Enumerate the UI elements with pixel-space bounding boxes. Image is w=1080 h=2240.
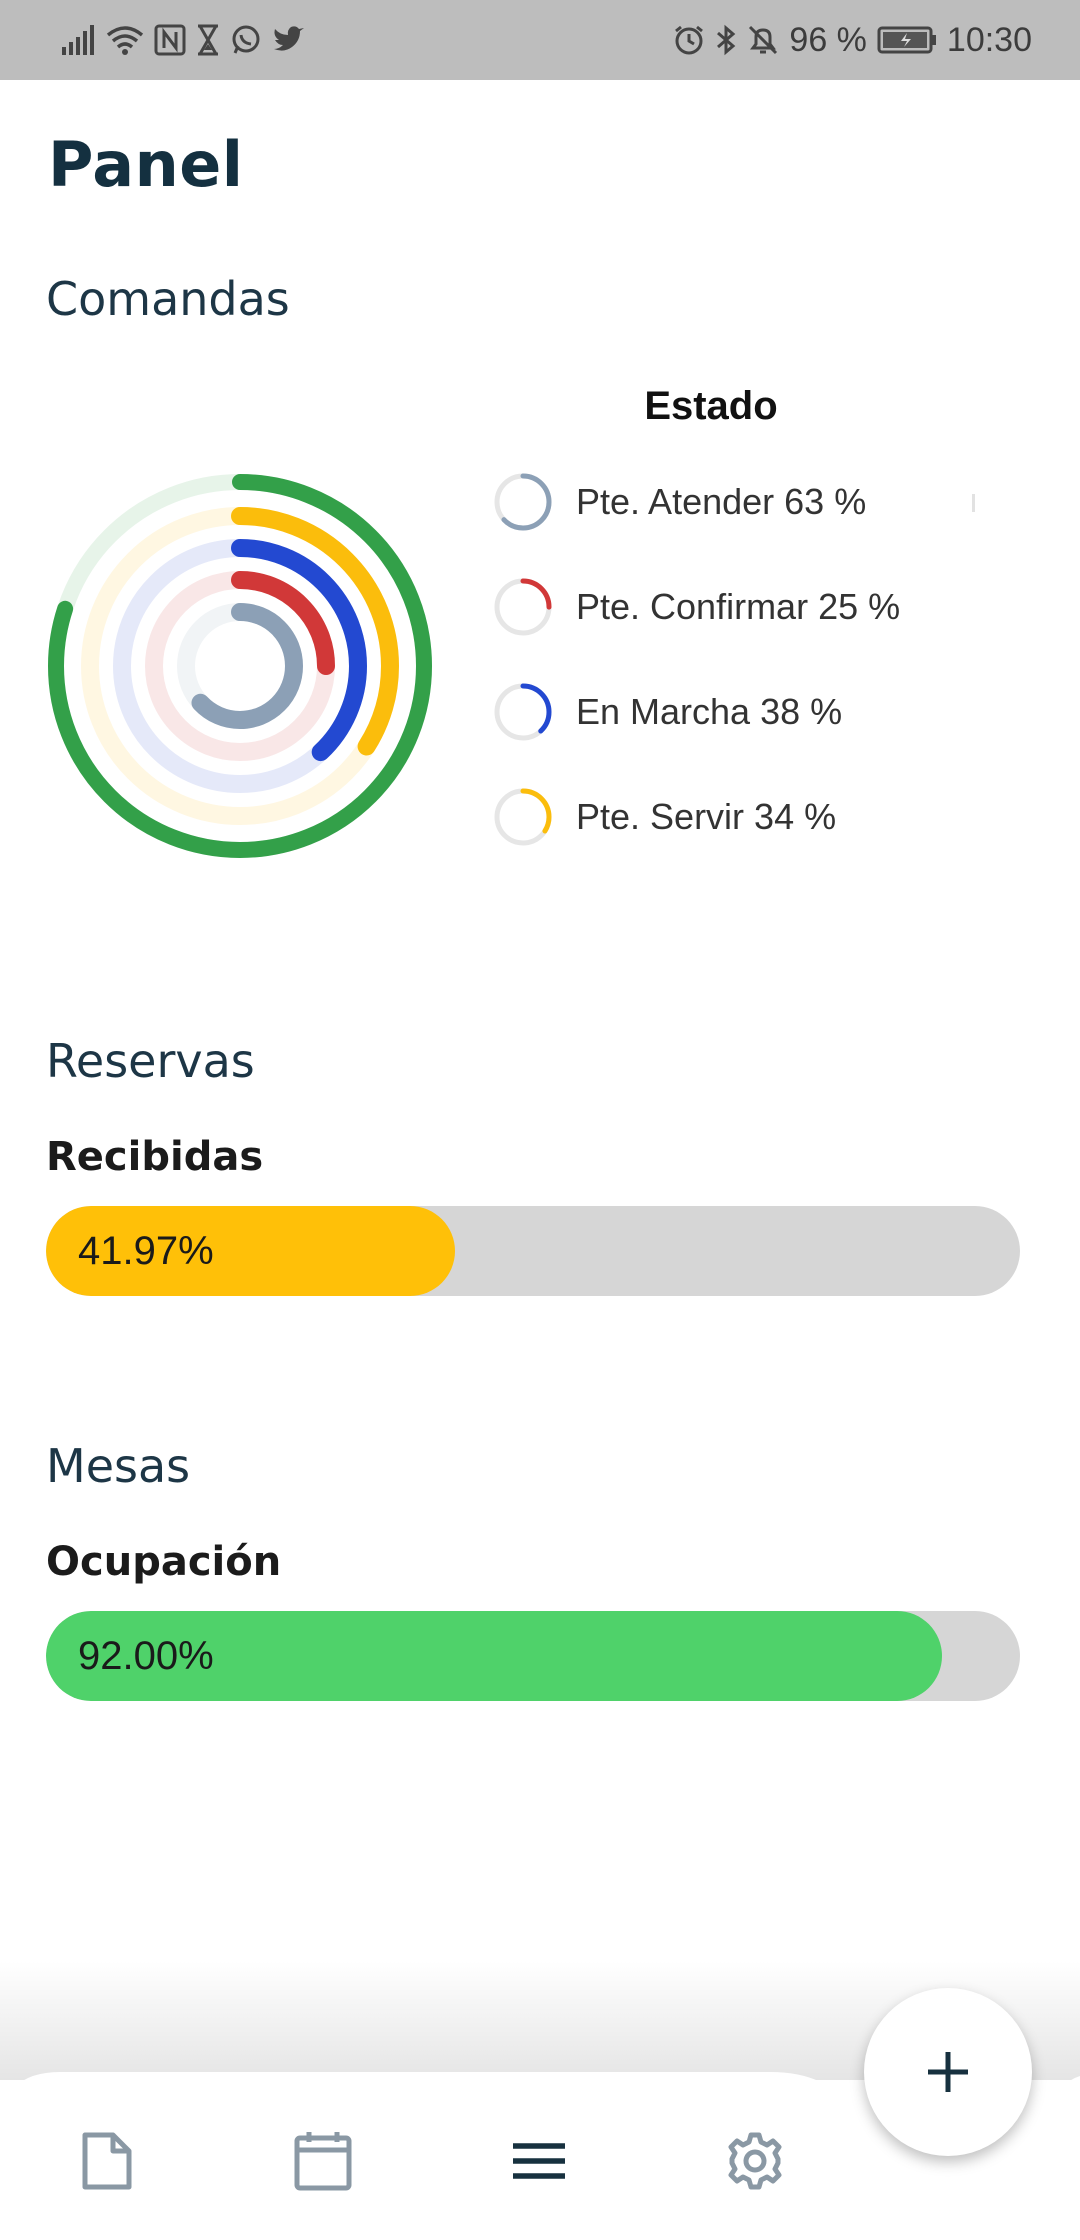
settings-icon	[728, 2132, 782, 2190]
alarm-icon	[673, 24, 705, 56]
legend-ring-icon	[494, 578, 552, 636]
status-bar-left	[62, 18, 306, 62]
legend-label: Pte. Servir 34 %	[576, 796, 837, 837]
status-bar-right: 96 % 10:30	[673, 18, 1032, 62]
calendar-icon	[294, 2132, 352, 2191]
comandas-section-title: Comandas	[46, 272, 290, 326]
nav-reservations-button[interactable]	[278, 2116, 368, 2206]
legend-label: Pte. Atender 63 %	[576, 481, 867, 522]
wifi-icon	[106, 25, 144, 55]
legend-item-pte-atender: Pte. Atender 63 %	[490, 466, 866, 538]
legend-ring-icon	[494, 683, 552, 741]
status-bar: 96 % 10:30	[0, 0, 1080, 80]
page-title: Panel	[48, 128, 244, 201]
legend-label: Pte. Confirmar 25 %	[576, 586, 901, 627]
legend-ring-icon	[494, 788, 552, 846]
clock: 10:30	[946, 20, 1032, 59]
legend-item-pte-servir: Pte. Servir 34 %	[490, 781, 836, 853]
bell-off-icon	[747, 24, 779, 56]
legend-label: En Marcha 38 %	[576, 691, 843, 732]
legend-item-pte-confirmar: Pte. Confirmar 25 %	[490, 571, 900, 643]
legend-scroll-indicator	[972, 494, 975, 512]
battery-icon	[877, 26, 937, 54]
reservas-progress-value: 41.97%	[78, 1229, 214, 1273]
comandas-radial-chart	[48, 474, 432, 858]
signal-icon	[62, 25, 96, 55]
plus-icon	[928, 2052, 968, 2092]
nfc-icon	[154, 24, 186, 56]
battery-percent: 96 %	[789, 20, 867, 59]
twitter-icon	[272, 25, 306, 55]
mesas-subtitle: Ocupación	[46, 1539, 282, 1585]
add-button[interactable]	[864, 1988, 1032, 2156]
whatsapp-icon	[230, 24, 262, 56]
legend-title: Estado	[644, 384, 778, 428]
document-icon	[82, 2132, 132, 2190]
menu-icon	[513, 2143, 565, 2179]
mesas-section-title: Mesas	[46, 1439, 191, 1493]
reservas-section-title: Reservas	[46, 1034, 255, 1088]
bluetooth-icon	[715, 24, 737, 56]
reservas-progress-bar: 41.97%	[46, 1206, 1020, 1296]
mesas-progress-bar: 92.00%	[46, 1611, 1020, 1701]
legend-ring-icon	[494, 473, 552, 531]
nav-orders-button[interactable]	[62, 2116, 152, 2206]
nav-dashboard-button[interactable]	[494, 2116, 584, 2206]
reservas-subtitle: Recibidas	[46, 1134, 264, 1180]
nav-settings-button[interactable]	[710, 2116, 800, 2206]
mesas-progress-value: 92.00%	[78, 1634, 214, 1678]
hourglass-icon	[196, 24, 220, 56]
legend-item-en-marcha: En Marcha 38 %	[490, 676, 842, 748]
